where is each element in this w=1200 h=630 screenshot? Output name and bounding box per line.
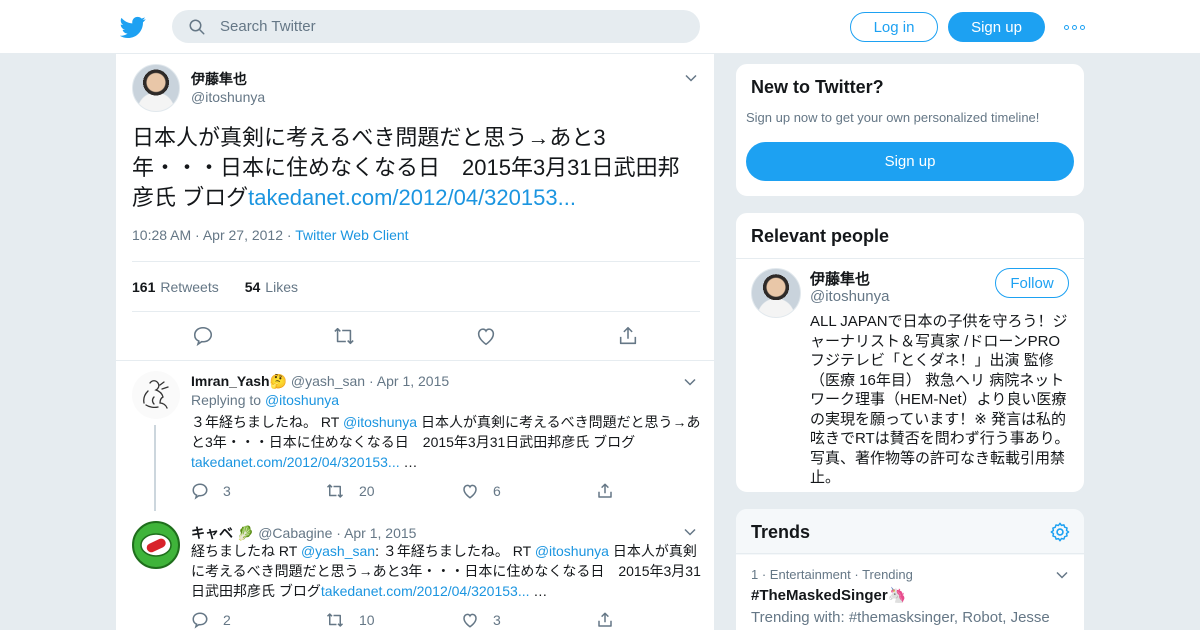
replying-to: Replying to @itoshunya [191, 392, 340, 408]
tweet-client-link[interactable]: Twitter Web Client [295, 227, 408, 243]
chevron-down-icon[interactable] [684, 376, 696, 388]
trend-name[interactable]: #TheMaskedSinger🦄 [751, 586, 906, 604]
reply-link[interactable]: takedanet.com/2012/04/320153... [191, 454, 400, 470]
retweet-icon[interactable] [325, 611, 345, 629]
retweet-icon[interactable] [325, 482, 345, 500]
card-title: Trends [751, 522, 811, 542]
tweet-actions [116, 325, 684, 347]
like-heart-icon[interactable] [461, 482, 479, 500]
avatar[interactable] [132, 521, 180, 569]
person-bio: ALL JAPANで日本の子供を守ろう！ジャーナリスト＆写真家 /ドローンPRO… [810, 313, 1070, 486]
chevron-down-icon[interactable] [1056, 569, 1068, 581]
retweets-stat[interactable]: 161 Retweets [132, 279, 219, 295]
reply-date[interactable]: Apr 1, 2015 [344, 525, 416, 541]
like-heart-icon[interactable] [475, 325, 497, 347]
reply-actions: 3 20 6 [191, 482, 641, 502]
card-subtitle: Sign up now to get your own personalized… [746, 110, 1040, 125]
tweet-link[interactable]: takedanet.com/2012/04/320153... [248, 185, 576, 210]
top-navigation-bar: Log in Sign up [0, 0, 1200, 54]
share-icon[interactable] [596, 482, 614, 500]
reply-text: 経ちましたね RT @yash_san: ３年経ちましたね。 RT @itosh… [191, 543, 701, 599]
mention-link[interactable]: @yash_san [301, 543, 375, 559]
more-options-icon[interactable] [1064, 20, 1086, 34]
reply-count[interactable]: 3 [191, 482, 231, 500]
reply-icon[interactable] [192, 325, 214, 347]
like-count[interactable]: 6 [461, 482, 501, 500]
person-name[interactable]: 伊藤隼也 [810, 268, 870, 289]
retweet-icon[interactable] [332, 325, 356, 347]
tweet-text: 日本人が真剣に考えるべき問題だと思う→あと3年・・・日本に住めなくなる日 201… [132, 125, 680, 210]
reply-link[interactable]: takedanet.com/2012/04/320153... [321, 583, 530, 599]
reply-actions: 2 10 3 [191, 611, 641, 630]
search-input[interactable] [220, 18, 660, 35]
reply-author-name[interactable]: キャベ 🥬 [191, 525, 254, 541]
thread-line [154, 425, 156, 521]
mention-link[interactable]: @itoshunya [343, 414, 417, 430]
relevant-people-card: Relevant people 伊藤隼也 @itoshunya Follow A… [735, 212, 1085, 493]
reply-header: Imran_Yash🤔 @yash_san · Apr 1, 2015 [191, 373, 450, 389]
divider [736, 258, 1084, 259]
likes-stat[interactable]: 54 Likes [245, 279, 298, 295]
card-title: Relevant people [751, 226, 890, 246]
author-handle[interactable]: @itoshunya [191, 89, 265, 105]
tweet-stats: 161 Retweets 54 Likes [132, 261, 700, 312]
search-icon [189, 19, 205, 34]
reply-header: キャベ 🥬 @Cabagine · Apr 1, 2015 [191, 525, 417, 541]
signup-button[interactable]: Sign up [746, 142, 1074, 181]
retweet-count[interactable]: 20 [325, 482, 375, 500]
mention-link[interactable]: @itoshunya [535, 543, 609, 559]
signup-button[interactable]: Sign up [948, 12, 1045, 42]
reply-author-handle[interactable]: @Cabagine [258, 525, 332, 541]
reply-author-handle[interactable]: @yash_san [291, 373, 365, 389]
tweet-time[interactable]: 10:28 AM [132, 227, 191, 243]
search-bar[interactable] [172, 10, 700, 43]
chevron-down-icon[interactable] [685, 72, 697, 84]
person-handle[interactable]: @itoshunya [810, 288, 889, 305]
reply-icon[interactable] [191, 611, 209, 629]
new-to-twitter-card: New to Twitter? Sign up now to get your … [735, 63, 1085, 197]
trend-meta: 1 · Entertainment · Trending [751, 567, 913, 582]
share-action[interactable] [596, 611, 614, 629]
replying-to-link[interactable]: @itoshunya [265, 392, 339, 408]
like-count[interactable]: 3 [461, 611, 501, 629]
reply-author-name[interactable]: Imran_Yash🤔 [191, 373, 287, 389]
trend-trending-with: Trending with: #themasksinger, Robot, Je… [751, 609, 1050, 630]
author-name[interactable]: 伊藤隼也 [191, 69, 247, 89]
retweet-count[interactable]: 10 [325, 611, 375, 629]
share-action[interactable] [596, 482, 614, 500]
share-icon[interactable] [617, 325, 639, 347]
like-heart-icon[interactable] [461, 611, 479, 629]
tweet-meta: 10:28 AM · Apr 27, 2012 · Twitter Web Cl… [132, 227, 409, 243]
follow-button[interactable]: Follow [995, 268, 1069, 298]
avatar[interactable] [132, 371, 180, 419]
reply-icon[interactable] [191, 482, 209, 500]
card-title: New to Twitter? [751, 77, 884, 97]
avatar[interactable] [751, 268, 801, 318]
chevron-down-icon[interactable] [684, 526, 696, 538]
avatar[interactable] [132, 64, 180, 112]
reply-tweet-2[interactable]: キャベ 🥬 @Cabagine · Apr 1, 2015 経ちましたね RT … [116, 511, 714, 630]
trends-card: Trends 1 · Entertainment · Trending #The… [735, 508, 1085, 630]
trend-item[interactable]: 1 · Entertainment · Trending #TheMaskedS… [736, 555, 1084, 630]
reply-count[interactable]: 2 [191, 611, 231, 629]
login-button[interactable]: Log in [850, 12, 938, 42]
reply-text: ３年経ちましたね。 RT @itoshunya 日本人が真剣に考えるべき問題だと… [191, 414, 701, 470]
twitter-bird-icon[interactable] [120, 14, 146, 40]
share-icon[interactable] [596, 611, 614, 629]
reply-tweet-1[interactable]: Imran_Yash🤔 @yash_san · Apr 1, 2015 Repl… [116, 361, 714, 521]
gear-icon[interactable] [1049, 521, 1071, 543]
reply-date[interactable]: Apr 1, 2015 [377, 373, 449, 389]
tweet-date[interactable]: Apr 27, 2012 [203, 227, 283, 243]
